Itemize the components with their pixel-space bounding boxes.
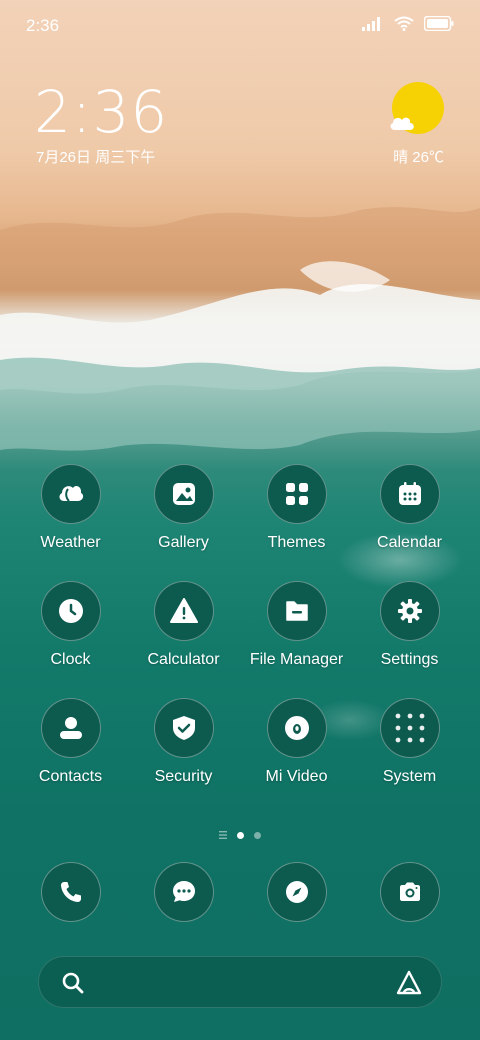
mi-video-icon [266, 698, 327, 758]
signal-icon [362, 16, 380, 31]
app-label: Settings [380, 651, 439, 668]
app-label: Mi Video [265, 768, 328, 785]
app-themes[interactable]: Themes [240, 464, 353, 552]
calculator-icon [153, 581, 214, 641]
weather-summary: 晴 26℃ [393, 149, 444, 166]
app-file-manager[interactable]: File Manager [240, 581, 353, 669]
clock-widget-time[interactable]: 2:36 [34, 78, 168, 146]
dock-phone[interactable] [14, 862, 127, 922]
app-label: System [382, 768, 437, 785]
security-icon [153, 698, 214, 758]
phone-icon [40, 862, 101, 922]
app-label: Clock [50, 651, 91, 668]
assistant-icon[interactable] [395, 969, 423, 997]
app-label: Calendar [377, 534, 442, 551]
status-time: 2:36 [26, 16, 60, 35]
gallery-icon [153, 464, 214, 524]
dock-browser[interactable] [240, 862, 353, 922]
status-icons [362, 16, 454, 31]
calendar-icon [379, 464, 440, 524]
app-settings[interactable]: Settings [353, 581, 466, 669]
status-bar: 2:36 [0, 0, 480, 50]
app-calendar[interactable]: Calendar [353, 464, 466, 552]
browser-icon [266, 862, 327, 922]
themes-icon [266, 464, 327, 524]
messages-icon [153, 862, 214, 922]
battery-icon [424, 16, 454, 31]
dock-messages[interactable] [127, 862, 240, 922]
app-label: Calculator [147, 651, 220, 668]
app-label: Themes [267, 534, 326, 551]
app-weather[interactable]: Weather [14, 464, 127, 552]
app-drawer-indicator-icon [219, 831, 227, 839]
clock-icon [40, 581, 101, 641]
system-folder-icon [379, 698, 440, 758]
dock-camera[interactable] [353, 862, 466, 922]
app-system-folder[interactable]: System [353, 698, 466, 786]
app-security[interactable]: Security [127, 698, 240, 786]
file-manager-icon [266, 581, 327, 641]
weather-icon [40, 464, 101, 524]
app-label: File Manager [249, 651, 344, 668]
camera-icon [379, 862, 440, 922]
page-indicator[interactable] [0, 829, 480, 841]
app-clock[interactable]: Clock [14, 581, 127, 669]
app-label: Security [154, 768, 213, 785]
app-label: Gallery [158, 534, 209, 551]
app-mi-video[interactable]: Mi Video [240, 698, 353, 786]
app-grid: Weather Gallery Themes Calendar Clock Ca… [14, 464, 466, 786]
wifi-icon [394, 16, 414, 31]
search-icon [62, 972, 84, 994]
page-dot-active [237, 831, 244, 839]
app-contacts[interactable]: Contacts [14, 698, 127, 786]
wallpaper-waves [0, 207, 480, 451]
settings-icon [379, 581, 440, 641]
app-label: Contacts [38, 768, 103, 785]
app-calculator[interactable]: Calculator [127, 581, 240, 669]
dock [14, 862, 466, 922]
clock-widget-date: 7月26日 周三下午 [36, 149, 156, 166]
app-label: Weather [40, 534, 101, 551]
app-gallery[interactable]: Gallery [127, 464, 240, 552]
page-dot [254, 831, 261, 839]
search-bar[interactable] [38, 956, 442, 1008]
contacts-icon [40, 698, 101, 758]
cloud-icon [390, 117, 414, 130]
